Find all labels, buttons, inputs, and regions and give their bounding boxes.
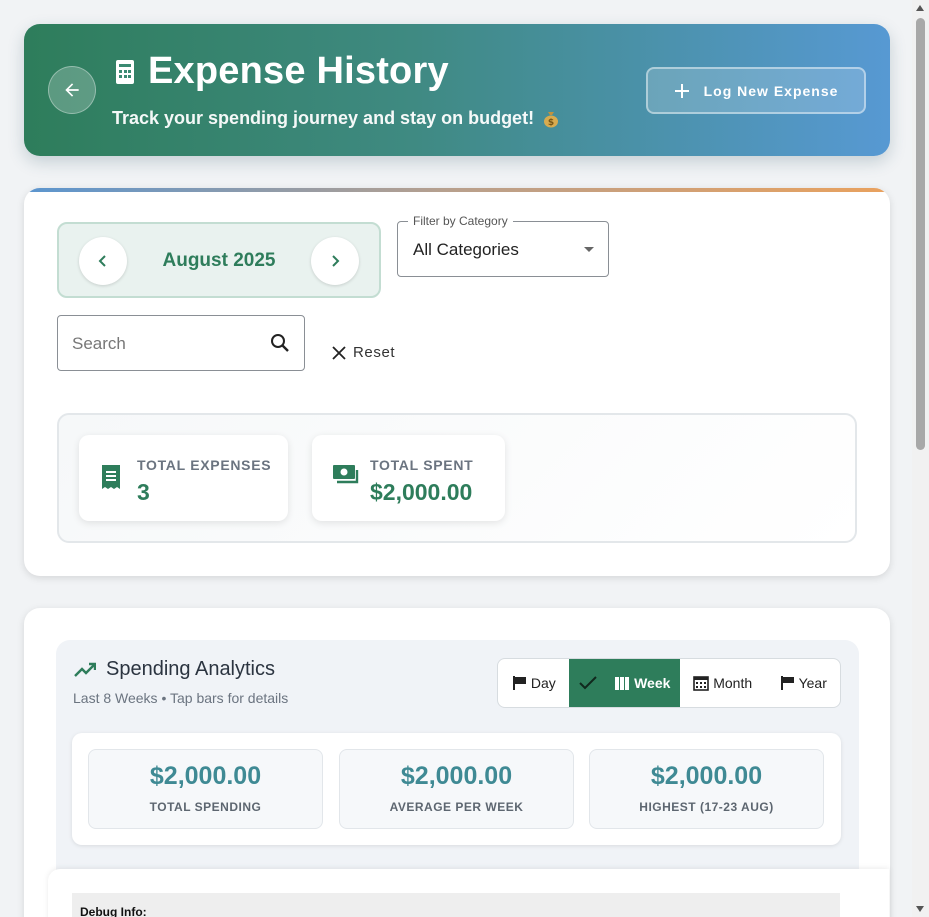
period-year-button[interactable]: Year [765, 659, 840, 707]
stats-panel: TOTAL EXPENSES 3 TOTAL SPENT $2,000.00 [57, 413, 857, 543]
stat-value: $2,000.00 [370, 479, 473, 505]
flag-icon [780, 676, 794, 690]
period-toggle-group: Day Week Month Year [497, 658, 841, 708]
stat-label: TOTAL EXPENSES [137, 457, 272, 473]
search-field [57, 315, 305, 371]
calendar-month-icon [693, 676, 710, 691]
stat-label: TOTAL SPENT [370, 457, 474, 473]
filters-card: August 2025 Filter by Category All Categ… [24, 188, 890, 576]
stat-value: 3 [137, 479, 150, 505]
page-subtitle: Track your spending journey and stay on … [112, 108, 560, 129]
log-new-expense-label: Log New Expense [703, 82, 839, 99]
chevron-right-icon [332, 255, 340, 267]
period-day-label: Day [530, 675, 556, 691]
trending-up-icon [74, 662, 96, 677]
next-month-button[interactable] [311, 237, 359, 285]
search-input[interactable] [72, 330, 252, 358]
category-filter-select[interactable]: Filter by Category All Categories [397, 214, 609, 277]
scroll-up-arrow-icon[interactable] [916, 5, 924, 11]
period-day-button[interactable]: Day [498, 659, 569, 707]
page-header: Expense History Track your spending jour… [24, 24, 890, 156]
period-week-label: Week [634, 675, 671, 691]
money-bag-icon: $ [544, 111, 559, 128]
period-year-label: Year [798, 675, 827, 691]
close-icon [332, 345, 346, 360]
summary-highest-box: $2,000.00 HIGHEST (17-23 AUG) [589, 749, 824, 829]
summary-label: HIGHEST (17-23 AUG) [639, 800, 774, 814]
analytics-summary: $2,000.00 TOTAL SPENDING $2,000.00 AVERA… [72, 733, 841, 845]
period-week-button[interactable]: Week [568, 659, 680, 707]
debug-box: Debug Info: [72, 893, 840, 917]
page-title: Expense History [148, 50, 449, 92]
log-new-expense-button[interactable]: Log New Expense [646, 67, 866, 114]
category-filter-value: All Categories [413, 240, 519, 259]
analytics-subtitle: Last 8 Weeks • Tap bars for details [73, 690, 289, 706]
scrollbar-thumb[interactable] [916, 18, 925, 450]
summary-value: $2,000.00 [149, 762, 262, 790]
category-filter-legend: Filter by Category [408, 214, 513, 228]
arrow-left-icon [65, 83, 79, 97]
summary-total-box: $2,000.00 TOTAL SPENDING [88, 749, 323, 829]
summary-label: TOTAL SPENDING [149, 800, 262, 814]
scroll-down-arrow-icon[interactable] [916, 906, 924, 912]
reset-label: Reset [353, 344, 396, 361]
period-month-label: Month [713, 675, 753, 691]
debug-panel: Debug Info: [48, 869, 889, 917]
summary-value: $2,000.00 [400, 762, 513, 790]
month-navigator: August 2025 [57, 222, 381, 298]
check-icon [579, 676, 597, 690]
page-scrollbar[interactable] [912, 0, 929, 917]
total-spent-card: TOTAL SPENT $2,000.00 [312, 435, 505, 521]
analytics-title: Spending Analytics [106, 658, 276, 680]
cash-icon [333, 465, 359, 484]
period-month-button[interactable]: Month [680, 659, 766, 707]
receipt-icon [102, 465, 120, 489]
page-subtitle-text: Track your spending journey and stay on … [112, 108, 535, 128]
plus-icon [674, 83, 689, 98]
svg-text:$: $ [548, 118, 554, 128]
debug-title: Debug Info: [80, 905, 147, 917]
caret-down-icon [584, 247, 594, 252]
total-expenses-card: TOTAL EXPENSES 3 [79, 435, 288, 521]
reset-button[interactable]: Reset [332, 344, 395, 361]
summary-value: $2,000.00 [650, 762, 763, 790]
back-button[interactable] [48, 66, 96, 114]
summary-average-box: $2,000.00 AVERAGE PER WEEK [339, 749, 574, 829]
search-icon[interactable] [270, 333, 290, 353]
flag-icon [512, 676, 526, 690]
summary-label: AVERAGE PER WEEK [389, 800, 524, 814]
calendar-week-icon [615, 677, 630, 690]
receipt-icon [116, 59, 134, 84]
